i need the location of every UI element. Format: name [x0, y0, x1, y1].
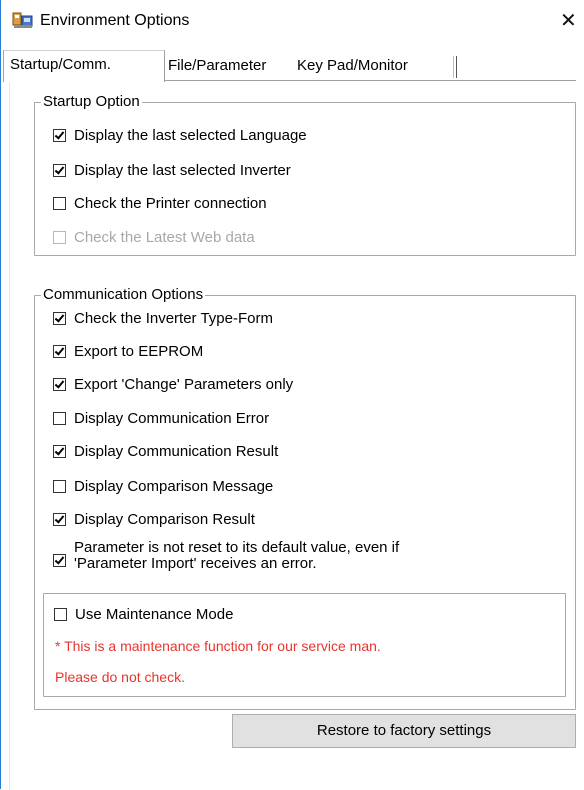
- checkbox-label: Display Communication Result: [74, 442, 279, 460]
- checkbox[interactable]: [53, 479, 66, 493]
- checkbox[interactable]: [53, 444, 66, 458]
- comm-checkbox-eeprom[interactable]: Export to EEPROM: [53, 340, 203, 362]
- close-icon[interactable]: ✕: [560, 8, 577, 33]
- tab-file-parameter[interactable]: File/Parameter: [162, 52, 296, 80]
- startup-checkbox-language[interactable]: Display the last selected Language: [53, 124, 307, 146]
- checkbox[interactable]: [53, 311, 66, 325]
- checkbox-label: Display Communication Error: [74, 409, 270, 427]
- tab-strip: Startup/Comm. File/Parameter Key Pad/Mon…: [0, 50, 584, 82]
- startup-checkbox-inverter[interactable]: Display the last selected Inverter: [53, 159, 291, 181]
- checkbox[interactable]: [53, 377, 66, 391]
- maintenance-group: Use Maintenance Mode * This is a mainten…: [43, 593, 566, 697]
- checkbox-label: Export to EEPROM: [74, 342, 204, 360]
- window-border: [0, 0, 1, 789]
- tab-separator: [453, 56, 457, 78]
- checkbox[interactable]: [53, 411, 66, 425]
- checkbox-label: Export 'Change' Parameters only: [74, 375, 294, 393]
- checkbox-label: Display the last selected Language: [74, 126, 307, 144]
- checkbox[interactable]: [53, 196, 66, 210]
- checkbox[interactable]: [53, 163, 66, 177]
- tab-panel: Startup Option Display the last selected…: [9, 80, 576, 790]
- checkbox: [53, 230, 66, 244]
- restore-factory-settings-button[interactable]: Restore to factory settings: [232, 714, 576, 748]
- comm-checkbox-comm-result[interactable]: Display Communication Result: [53, 440, 278, 462]
- tab-label: File/Parameter: [168, 57, 267, 74]
- checkbox-label: Check the Latest Web data: [74, 228, 255, 246]
- maintenance-mode-checkbox[interactable]: Use Maintenance Mode: [54, 603, 233, 625]
- checkbox-label: Use Maintenance Mode: [75, 605, 234, 623]
- group-title: Communication Options: [41, 286, 206, 303]
- comm-checkbox-comm-error[interactable]: Display Communication Error: [53, 407, 269, 429]
- window-title: Environment Options: [40, 12, 190, 29]
- checkbox-label-line1: Parameter is not reset to its default va…: [74, 539, 400, 556]
- comm-checkbox-parameter-reset[interactable]: Parameter is not reset to its default va…: [53, 540, 399, 580]
- tab-keypad-monitor[interactable]: Key Pad/Monitor: [291, 52, 457, 80]
- checkbox[interactable]: [53, 344, 66, 358]
- checkbox-label: Check the Printer connection: [74, 194, 267, 212]
- startup-checkbox-web-data: Check the Latest Web data: [53, 226, 255, 248]
- startup-checkbox-printer[interactable]: Check the Printer connection: [53, 192, 267, 214]
- maintenance-warning-text: * This is a maintenance function for our…: [55, 638, 381, 654]
- checkbox-label: Display the last selected Inverter: [74, 161, 291, 179]
- communication-options-group: Communication Options Check the Inverter…: [34, 286, 576, 710]
- checkbox[interactable]: [53, 128, 66, 142]
- checkbox-label-line2: 'Parameter Import' receives an error.: [74, 555, 317, 572]
- checkbox[interactable]: [54, 607, 67, 621]
- comm-checkbox-comparison-result[interactable]: Display Comparison Result: [53, 508, 255, 530]
- tab-label: Startup/Comm.: [10, 56, 111, 73]
- checkbox[interactable]: [53, 512, 66, 526]
- maintenance-warning-text: Please do not check.: [55, 669, 185, 685]
- environment-options-icon: [12, 12, 33, 28]
- checkbox[interactable]: [53, 554, 66, 567]
- comm-checkbox-comparison-message[interactable]: Display Comparison Message: [53, 475, 273, 497]
- tab-startup-comm[interactable]: Startup/Comm.: [3, 50, 165, 82]
- environment-options-dialog: Environment Options ✕ Startup/Comm. File…: [0, 0, 584, 790]
- checkbox-label: Display Comparison Message: [74, 477, 274, 495]
- group-title: Startup Option: [41, 93, 142, 110]
- startup-option-group: Startup Option Display the last selected…: [34, 93, 576, 256]
- checkbox-label: Parameter is not reset to its default va…: [74, 540, 399, 572]
- checkbox-label: Check the Inverter Type-Form: [74, 309, 273, 327]
- comm-checkbox-type-form[interactable]: Check the Inverter Type-Form: [53, 307, 273, 329]
- tab-label: Key Pad/Monitor: [297, 57, 408, 74]
- checkbox-label: Display Comparison Result: [74, 510, 255, 528]
- comm-checkbox-change-params[interactable]: Export 'Change' Parameters only: [53, 373, 293, 395]
- title-bar[interactable]: Environment Options ✕: [0, 0, 584, 44]
